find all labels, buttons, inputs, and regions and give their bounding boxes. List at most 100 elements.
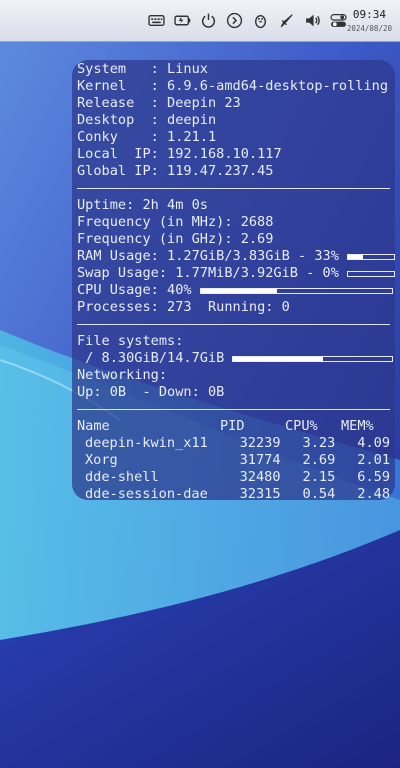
system-info-value: Linux bbox=[167, 61, 208, 77]
swap-bar bbox=[346, 270, 395, 277]
conky-panel: System : Linux Kernel : 6.9.6-amd64-deskt… bbox=[72, 60, 395, 500]
system-info-label: Global IP bbox=[77, 163, 151, 179]
media-next-icon[interactable] bbox=[225, 11, 244, 30]
system-info-value: 119.47.237.45 bbox=[167, 163, 274, 179]
rocket-icon[interactable] bbox=[277, 11, 296, 30]
header-mem: MEM% bbox=[341, 418, 374, 434]
ram-line: RAM Usage: 1.27GiB/3.83GiB - 33% bbox=[77, 248, 395, 265]
system-info-sep: : bbox=[150, 112, 168, 128]
process-pid: 32315 bbox=[239, 486, 281, 500]
swap-value: 1.77MiB/3.92GiB - 0% bbox=[175, 265, 339, 281]
system-info-label: Conky bbox=[77, 129, 151, 145]
system-info-value: deepin bbox=[167, 112, 217, 128]
header-cpu: CPU% bbox=[285, 418, 318, 434]
system-info-row: System : Linux bbox=[77, 61, 390, 78]
system-info-label: Local IP bbox=[77, 146, 151, 162]
ram-value: 1.27GiB/3.83GiB - 33% bbox=[167, 248, 339, 264]
down-label: - Down: bbox=[126, 384, 208, 400]
running-label: Running: bbox=[207, 299, 282, 315]
uptime-line: Uptime: 2h 4m 0s bbox=[77, 197, 390, 214]
process-mem: 4.09 bbox=[357, 435, 391, 451]
system-info-label: Release bbox=[77, 95, 151, 111]
up-value: 0B bbox=[109, 384, 127, 400]
process-cpu: 2.15 bbox=[302, 469, 336, 485]
uptime-label: Uptime: bbox=[77, 197, 143, 213]
system-info-sep: : bbox=[150, 95, 168, 111]
fs-root-line: / 8.30GiB/14.7GiB bbox=[77, 350, 394, 367]
freq-ghz-value: 2.69 bbox=[240, 231, 274, 247]
ram-label: RAM Usage: bbox=[77, 248, 168, 264]
cpu-line: CPU Usage: 40% bbox=[77, 282, 393, 299]
process-name: dde-session-dae bbox=[85, 486, 208, 500]
process-table-header: Name PID CPU% MEM% bbox=[77, 418, 390, 435]
system-info-row: Local IP: 192.168.10.117 bbox=[77, 146, 390, 163]
net-line: Up: 0B - Down: 0B bbox=[77, 384, 390, 401]
freq-mhz-value: 2688 bbox=[240, 214, 274, 230]
table-row: dde-session-dae 32315 0.54 2.48 bbox=[77, 486, 390, 500]
system-info-sep: : bbox=[150, 163, 168, 179]
divider bbox=[77, 409, 390, 410]
net-heading: Networking: bbox=[77, 367, 168, 383]
divider bbox=[77, 188, 390, 189]
process-name: deepin-kwin_x11 bbox=[85, 435, 208, 451]
system-info: System : Linux Kernel : 6.9.6-amd64-deskt… bbox=[77, 61, 390, 180]
processes-line: Processes: 273 Running: 0 bbox=[77, 299, 390, 316]
process-mem: 6.59 bbox=[357, 469, 391, 485]
freq-mhz-label: Frequency (in MHz): bbox=[77, 214, 241, 230]
down-value: 0B bbox=[207, 384, 225, 400]
table-row: dde-shell 32480 2.15 6.59 bbox=[77, 469, 390, 486]
uptime-value: 2h 4m 0s bbox=[142, 197, 208, 213]
swap-label: Swap Usage: bbox=[77, 265, 176, 281]
cpu-bar bbox=[199, 287, 393, 294]
process-name: Xorg bbox=[85, 452, 118, 468]
system-info-row: Global IP: 119.47.237.45 bbox=[77, 163, 390, 180]
system-info-sep: : bbox=[150, 129, 168, 145]
system-info-value: 6.9.6-amd64-desktop-rolling bbox=[167, 78, 389, 94]
keyboard-icon[interactable] bbox=[147, 11, 166, 30]
up-label: Up: bbox=[77, 384, 110, 400]
system-info-row: Release : Deepin 23 bbox=[77, 95, 390, 112]
process-table: deepin-kwin_x11 32239 3.23 4.09 Xorg 31774 2.6… bbox=[77, 435, 390, 500]
process-cpu: 3.23 bbox=[302, 435, 336, 451]
process-cpu: 2.69 bbox=[302, 452, 336, 468]
ram-bar bbox=[346, 253, 395, 260]
clock[interactable]: 09:34 2024/08/20 bbox=[347, 8, 392, 33]
system-info-row: Desktop : deepin bbox=[77, 112, 390, 129]
system-info-row: Conky : 1.21.1 bbox=[77, 129, 390, 146]
process-cpu: 0.54 bbox=[302, 486, 336, 500]
process-pid: 32239 bbox=[239, 435, 281, 451]
system-info-value: 1.21.1 bbox=[167, 129, 217, 145]
divider bbox=[77, 324, 390, 325]
power-icon[interactable] bbox=[199, 11, 218, 30]
settings-toggle-icon[interactable] bbox=[329, 11, 348, 30]
processes-label: Processes: bbox=[77, 299, 168, 315]
process-mem: 2.01 bbox=[357, 452, 391, 468]
table-row: deepin-kwin_x11 32239 3.23 4.09 bbox=[77, 435, 390, 452]
cpu-bar-fill bbox=[200, 288, 277, 293]
process-mem: 2.48 bbox=[357, 486, 391, 500]
system-info-value: Deepin 23 bbox=[167, 95, 241, 111]
table-row: Xorg 31774 2.69 2.01 bbox=[77, 452, 390, 469]
fs-root-value: / 8.30GiB/14.7GiB bbox=[77, 350, 225, 366]
system-info-sep: : bbox=[150, 146, 168, 162]
system-info-label: Kernel bbox=[77, 78, 151, 94]
clock-date: 2024/08/20 bbox=[346, 24, 392, 33]
freq-mhz-line: Frequency (in MHz): 2688 bbox=[77, 214, 390, 231]
clock-time: 09:34 bbox=[352, 8, 386, 21]
processes-value: 273 bbox=[167, 299, 192, 315]
process-pid: 32480 bbox=[239, 469, 281, 485]
battery-icon[interactable] bbox=[173, 11, 192, 30]
ram-bar-fill bbox=[347, 254, 364, 259]
swap-line: Swap Usage: 1.77MiB/3.92GiB - 0% bbox=[77, 265, 395, 282]
system-tray bbox=[147, 11, 348, 30]
fs-heading: File systems: bbox=[77, 333, 184, 349]
system-info-value: 192.168.10.117 bbox=[167, 146, 282, 162]
header-pid: PID bbox=[220, 418, 245, 434]
system-info-label: Desktop bbox=[77, 112, 151, 128]
system-info-label: System bbox=[77, 61, 151, 77]
taskbar: 09:34 2024/08/20 bbox=[0, 0, 400, 42]
process-pid: 31774 bbox=[239, 452, 281, 468]
fs-root-bar bbox=[232, 355, 394, 362]
penguin-icon[interactable] bbox=[251, 11, 270, 30]
volume-icon[interactable] bbox=[303, 11, 322, 30]
